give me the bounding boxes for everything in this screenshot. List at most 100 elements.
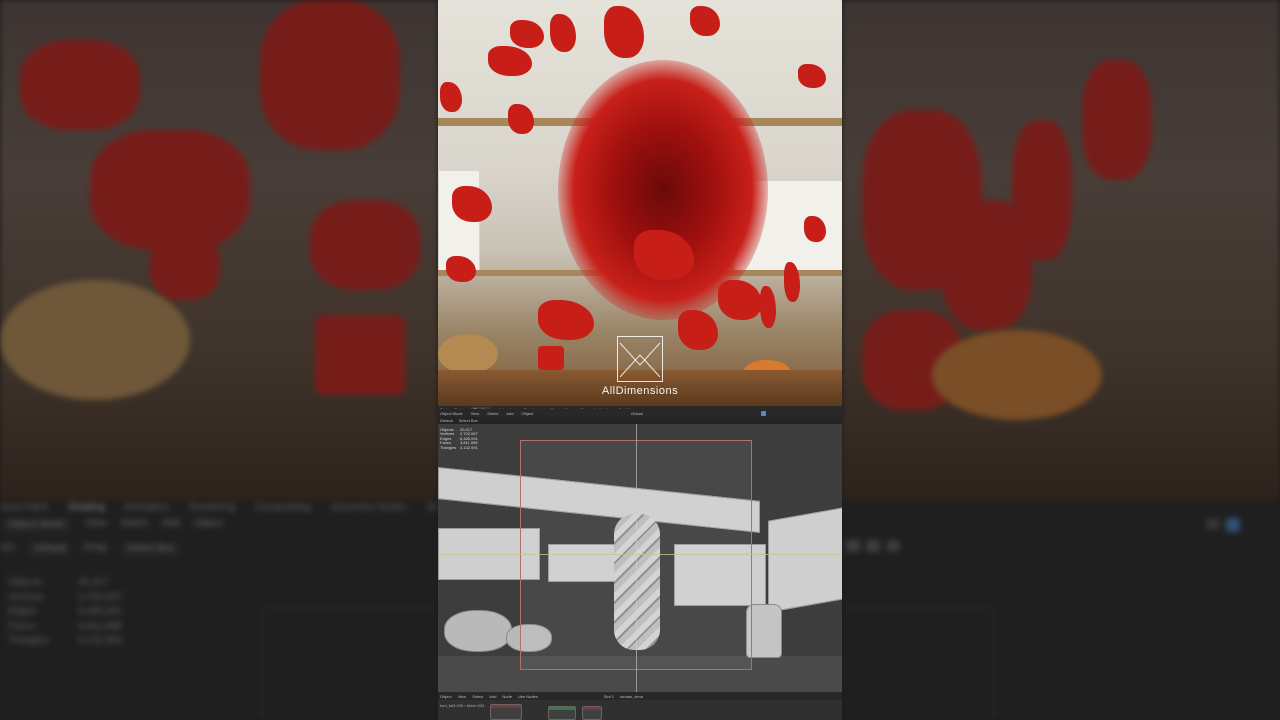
- stat-label: Vertices: [8, 591, 44, 603]
- tomato-piece: [510, 20, 544, 48]
- stat-value: 2,702,067: [78, 591, 123, 603]
- onion: [932, 330, 1102, 420]
- tomato-piece: [760, 286, 776, 328]
- tomato-piece: [452, 186, 492, 222]
- tomato-piece: [678, 310, 718, 350]
- stat-value: 4,132,991: [78, 635, 123, 647]
- background-workspace-tabs: xture Paint Shading Animation Rendering …: [0, 502, 438, 516]
- potato-model: [444, 610, 512, 652]
- background-camera-frame: [262, 608, 438, 720]
- 3d-viewport[interactable]: Objects 20,417 Vertices 2,702,067 Edges 6,4…: [438, 424, 842, 692]
- filter-icon: [866, 540, 880, 552]
- bg-menu: Object: [193, 518, 223, 529]
- shader-node[interactable]: [490, 704, 522, 720]
- bg-orientation-label: ion:: [0, 542, 17, 553]
- background-snap-icons: [846, 540, 900, 552]
- render-image: AllDimensions: [438, 0, 842, 406]
- orientation-dropdown[interactable]: Default: [440, 418, 453, 423]
- node-menu-select[interactable]: Select: [472, 694, 483, 699]
- bg-drag-value: Select Box: [120, 542, 181, 558]
- tomato-piece: [508, 104, 534, 134]
- tomato-piece: [488, 46, 532, 76]
- node-menu-view[interactable]: View: [458, 694, 467, 699]
- node-editor[interactable]: tom_fal3.039 › Mesh.033: [438, 700, 842, 720]
- stat-value: 3,811,998: [78, 620, 122, 632]
- bg-mode: Object Mode: [2, 518, 71, 534]
- tomato-piece: [942, 200, 1032, 330]
- menu-view[interactable]: View: [471, 411, 480, 416]
- stat-label: Triangles: [8, 635, 49, 647]
- logo-mark-icon: [617, 336, 663, 382]
- tool-settings: Default Select Box: [438, 417, 842, 424]
- bg-tab: Geometry Nodes: [330, 502, 407, 513]
- stat-label: Faces: [8, 620, 36, 632]
- breadcrumb: tom_fal3.039 › Mesh.033: [440, 703, 485, 708]
- tomato-piece: [798, 64, 826, 88]
- overlay-icon[interactable]: [760, 410, 766, 416]
- node-menu-add[interactable]: Add: [489, 694, 496, 699]
- gizmo-icon: [1206, 518, 1220, 530]
- mode-dropdown[interactable]: Object Mode: [440, 411, 463, 416]
- tomato-piece: [1082, 60, 1152, 180]
- stat-value: 20,417: [78, 577, 109, 588]
- output-node[interactable]: [582, 706, 602, 720]
- center-column: AllDimensions Texture Paint Shading Anim…: [438, 0, 842, 720]
- tomato-piece: [690, 6, 720, 36]
- bg-tab: Rendering: [188, 502, 236, 513]
- background-left-blur: xture Paint Shading Animation Rendering …: [0, 0, 438, 720]
- overlay-icon: [1226, 518, 1240, 532]
- tomato-piece: [538, 346, 564, 370]
- tomato-piece: [604, 6, 644, 58]
- background-header-icons: [1206, 518, 1240, 532]
- tomato-piece: [440, 82, 462, 112]
- camera-line-vertical: [636, 424, 637, 692]
- stat-value: 6,485,091: [78, 606, 123, 618]
- bg-tab-active: Shading: [67, 502, 105, 513]
- wall-model: [768, 507, 842, 613]
- background-camera-frame: [842, 608, 994, 720]
- tomato-piece: [315, 315, 405, 395]
- snap-icon: [846, 540, 860, 552]
- bg-tab: xture Paint: [0, 502, 48, 513]
- background-scene: [0, 0, 438, 500]
- shader-node[interactable]: [548, 706, 576, 720]
- background-toolbar-2: ion: Default Drag: Select Box: [0, 542, 181, 558]
- background-scene: [842, 0, 1280, 500]
- stat-label: Objects: [8, 577, 42, 588]
- stat-label: Edges: [8, 606, 37, 618]
- viewport-header: Object Mode View Select Add Object Globa…: [438, 409, 842, 417]
- potato: [0, 280, 190, 400]
- horizon-line: [438, 554, 842, 555]
- bg-tab: Animation: [124, 502, 169, 513]
- tomato-piece: [260, 0, 400, 150]
- use-nodes-checkbox[interactable]: Use Nodes: [518, 694, 538, 699]
- menu-add[interactable]: Add: [506, 411, 513, 416]
- viewport-stats: Objects 20,417 Vertices 2,702,067 Edges 6,4…: [440, 427, 478, 450]
- tomato-piece: [538, 300, 594, 340]
- bg-orientation-value: Default: [28, 542, 72, 558]
- tomato-piece: [20, 40, 140, 130]
- watermark-logo: AllDimensions: [598, 336, 682, 397]
- bg-menu: Select: [120, 518, 148, 529]
- tomato-piece: [718, 280, 762, 320]
- tomato-piece: [150, 230, 220, 300]
- bg-menu: View: [84, 518, 107, 529]
- bg-tab: Compositing: [255, 502, 311, 513]
- node-menu-node[interactable]: Node: [502, 694, 512, 699]
- stat-label: Triangles: [440, 444, 457, 450]
- slot-dropdown[interactable]: Slot 1: [604, 694, 614, 699]
- menu-select[interactable]: Select: [487, 411, 498, 416]
- material-dropdown[interactable]: tomato_sima: [620, 694, 643, 699]
- tomato-piece: [550, 14, 576, 52]
- bg-tab: Scri: [426, 502, 438, 513]
- background-right-blur: [842, 0, 1280, 720]
- bg-drag-label: Drag:: [83, 542, 109, 553]
- shield-icon: [886, 540, 900, 552]
- transform-orientation[interactable]: Global: [631, 411, 643, 416]
- node-editor-header: Object View Select Add Node Use Nodes Sl…: [438, 692, 842, 700]
- node-mode-dropdown[interactable]: Object: [440, 694, 452, 699]
- bg-menu: Add: [162, 518, 180, 529]
- drag-dropdown[interactable]: Select Box: [459, 418, 478, 423]
- menu-object[interactable]: Object: [522, 411, 534, 416]
- watermark-text: AllDimensions: [601, 385, 679, 397]
